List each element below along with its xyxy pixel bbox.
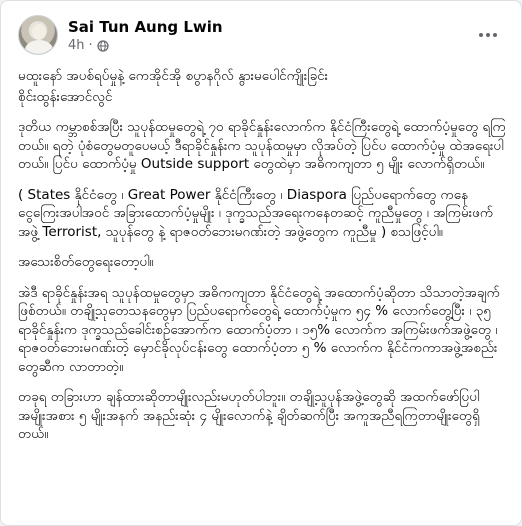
post-paragraph: ဒုတိယ ကမ္ဘာစစ်အပြီး သူပုန်ထမှုတွေရဲ့ ၇၀ … (18, 119, 506, 172)
globe-icon[interactable] (97, 39, 109, 52)
more-options-dot (486, 33, 490, 37)
avatar-body (25, 40, 53, 54)
post-card: Sai Tun Aung Lwin 4h · မထူးနော် အပစ်ရပ်မ… (0, 0, 522, 526)
more-options-dot (493, 33, 497, 37)
avatar[interactable] (18, 15, 58, 55)
more-options-icon (479, 33, 483, 37)
more-options-button[interactable] (474, 21, 502, 49)
post-title-line: မထူးနော် အပစ်ရပ်မှုနဲ့ ကေအိုင်အို စပွာနဂ… (18, 68, 329, 84)
post-paragraph: ( States နိုင်ငံတွေ ၊ Great Power နိုင်င… (18, 186, 494, 240)
author-name[interactable]: Sai Tun Aung Lwin (68, 18, 223, 36)
post-paragraph: တခုရ တခြားဟာ ချန်ထားဆိုတာမျိုးလည်းမဟုတ်ပ… (18, 389, 480, 442)
post-byline: စိုင်းထွန်းအောင်လွင် (18, 88, 113, 105)
meta-separator: · (88, 38, 93, 53)
post-paragraph: အသေးစိတ်တွေရေးတော့ပါ။ (18, 254, 154, 270)
post-meta: 4h · (68, 38, 109, 53)
post-body: မထူးနော် အပစ်ရပ်မှုနဲ့ ကေအိုင်အို စပွာနဂ… (18, 67, 506, 456)
avatar-face (32, 24, 46, 40)
post-header: Sai Tun Aung Lwin 4h · (18, 15, 504, 59)
post-paragraph: အဲဒီ ရာခိုင်နှုန်းအရ သူပုန်ထမှုတွေမှာ အဓ… (18, 284, 500, 375)
post-time[interactable]: 4h (68, 38, 85, 53)
